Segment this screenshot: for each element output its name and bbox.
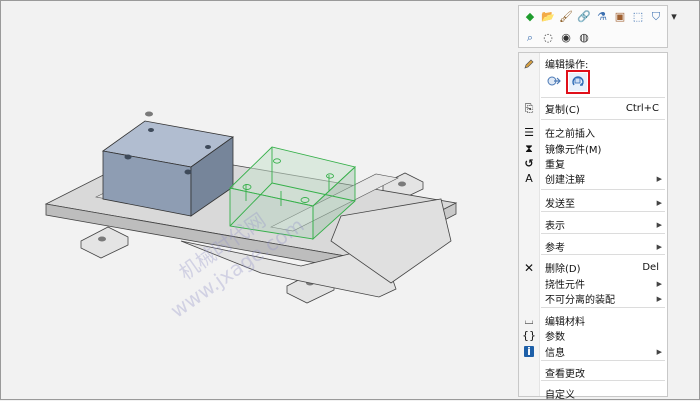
menu-item-repeat[interactable]: ↺ 重复 — [519, 156, 667, 171]
menu-item-label: 信息 — [545, 348, 565, 359]
repeat-icon: ↺ — [524, 157, 534, 170]
mini-toolbar: ◆ 📂 🖌 🔗 ⚗ ▣ ⬚ ⛉ ▾ ⌕ ◌ ◉ ◍ — [518, 5, 677, 48]
menu-item-customize[interactable]: 自定义 — [519, 386, 667, 401]
faucet-icon: ⚗ — [597, 10, 607, 23]
chain-link-icon: 🔗 — [577, 10, 591, 23]
menu-item-label: 参考 — [545, 243, 565, 254]
menu-separator — [541, 307, 665, 308]
base-tab-left[interactable] — [80, 226, 129, 259]
zoom-component-button[interactable]: ⌕ — [522, 30, 538, 46]
menu-separator — [541, 211, 665, 212]
menu-item-label: 镜像元件(M) — [545, 145, 602, 156]
mini-toolbar-row-2: ⌕ ◌ ◉ ◍ — [522, 30, 592, 46]
menu-separator — [541, 360, 665, 361]
filter-button[interactable]: ⛉ — [648, 9, 664, 25]
parameters-icon: {} — [522, 329, 536, 342]
annotation-icon: A — [525, 172, 533, 185]
appearance-button[interactable]: ▣ — [612, 9, 628, 25]
context-menu: 编辑操作: ⎘ 复制(C) Ctrl+C ☰ 在之前插入 ⧗ 镜像元件(M) ↺ 重复 A 创建注解… — [518, 52, 668, 401]
menu-item-label: 创建注解 — [545, 175, 585, 186]
menu-item-mirror-component[interactable]: ⧗ 镜像元件(M) — [519, 141, 667, 157]
submenu-arrow-icon: ▶ — [656, 347, 662, 356]
submenu-arrow-icon: ▶ — [656, 242, 662, 251]
hide-all-button[interactable]: ◍ — [576, 30, 592, 46]
mini-toolbar-row-1: ◆ 📂 🖌 🔗 ⚗ ▣ ⬚ ⛉ ▾ — [522, 9, 682, 25]
edit-operation-icons — [545, 70, 605, 95]
menu-separator — [541, 380, 665, 381]
menu-separator — [541, 233, 665, 234]
zoom-component-icon: ⌕ — [526, 31, 534, 44]
menu-item-label: 发送至 — [545, 199, 575, 210]
material-icon: ⌴ — [524, 313, 534, 327]
edit-operations-header: 编辑操作: — [519, 56, 667, 71]
show-button[interactable]: ◉ — [558, 30, 574, 46]
menu-item-label: 在之前插入 — [545, 129, 595, 140]
submenu-arrow-icon: ▶ — [656, 198, 662, 207]
menu-item-reference[interactable]: 参考 ▶ — [519, 239, 667, 255]
submenu-arrow-icon: ▶ — [656, 174, 662, 183]
menu-item-label: 参数 — [545, 332, 565, 343]
submenu-arrow-icon: ▶ — [656, 220, 662, 229]
pencil-icon — [522, 57, 536, 71]
mirror-icon: ⧗ — [525, 141, 533, 155]
menu-separator — [541, 189, 665, 190]
menu-separator — [541, 254, 665, 255]
menu-item-edit-material[interactable]: ⌴ 编辑材料 — [519, 313, 667, 329]
menu-item-shortcut: Ctrl+C — [625, 103, 659, 114]
chain-link-button[interactable]: 🔗 — [576, 9, 592, 25]
appearance-icon: ▣ — [614, 10, 626, 23]
menu-item-label: 自定义 — [545, 390, 575, 401]
menu-item-flexible-component[interactable]: 挠性元件 ▶ — [519, 276, 667, 292]
menu-item-shortcut: Del — [642, 262, 659, 273]
copy-icon: ⎘ — [524, 101, 534, 115]
menu-item-label: 表示 — [545, 221, 565, 232]
menu-item-view-changes[interactable]: 查看更改 — [519, 365, 667, 380]
menu-item-label: 不可分离的装配 — [545, 295, 615, 306]
select-box-button[interactable]: ⬚ — [630, 9, 646, 25]
menu-item-label: 重复 — [545, 160, 565, 171]
dropdown-arrow-icon: ▾ — [671, 10, 677, 23]
submenu-arrow-icon: ▶ — [656, 279, 662, 288]
menu-item-represent[interactable]: 表示 ▶ — [519, 217, 667, 233]
menu-item-label: 查看更改 — [545, 369, 585, 380]
base-tab-top-left[interactable] — [145, 111, 153, 117]
menu-item-label: 复制(C) — [545, 105, 580, 116]
menu-item-label: 挠性元件 — [545, 280, 585, 291]
menu-item-label: 删除(D) — [545, 264, 581, 275]
redefine-icon — [570, 73, 586, 92]
hide-all-icon: ◍ — [579, 31, 589, 44]
menu-item-delete[interactable]: ✕ 删除(D) Del — [519, 260, 667, 276]
move-arrow-icon — [546, 73, 562, 92]
menu-separator — [541, 97, 665, 98]
move-component-button[interactable] — [545, 73, 563, 91]
paintbrush-button[interactable]: 🖌 — [558, 9, 574, 25]
select-box-icon: ⬚ — [632, 10, 644, 23]
edit-operations-label: 编辑操作: — [545, 60, 589, 71]
show-icon: ◉ — [561, 31, 571, 44]
open-folder-button[interactable]: 📂 — [540, 9, 556, 25]
redefine-component-button[interactable] — [566, 70, 590, 94]
menu-item-create-annotation[interactable]: A 创建注解 ▶ — [519, 171, 667, 186]
menu-item-info[interactable]: i 信息 ▶ — [519, 344, 667, 359]
green-diamond-button[interactable]: ◆ — [522, 9, 538, 25]
filter-icon: ⛉ — [651, 10, 661, 23]
submenu-arrow-icon: ▶ — [656, 294, 662, 303]
faucet-button[interactable]: ⚗ — [594, 9, 610, 25]
menu-item-send-to[interactable]: 发送至 ▶ — [519, 195, 667, 211]
hide-button[interactable]: ◌ — [540, 30, 556, 46]
dropdown-arrow-button[interactable]: ▾ — [666, 9, 682, 25]
hide-icon: ◌ — [543, 31, 553, 44]
delete-icon: ✕ — [523, 260, 535, 275]
menu-item-insert-before[interactable]: ☰ 在之前插入 — [519, 125, 667, 140]
menu-separator — [541, 119, 665, 120]
open-folder-icon: 📂 — [541, 10, 555, 23]
menu-item-copy[interactable]: ⎘ 复制(C) Ctrl+C — [519, 101, 667, 117]
paintbrush-icon: 🖌 — [559, 10, 573, 23]
menu-item-inseparable-assembly[interactable]: 不可分离的装配 ▶ — [519, 291, 667, 307]
info-icon: i — [524, 345, 534, 358]
menu-item-label: 编辑材料 — [545, 317, 585, 328]
insert-before-icon: ☰ — [524, 126, 534, 139]
green-diamond-icon: ◆ — [525, 10, 535, 23]
menu-item-parameters[interactable]: {} 参数 — [519, 328, 667, 343]
